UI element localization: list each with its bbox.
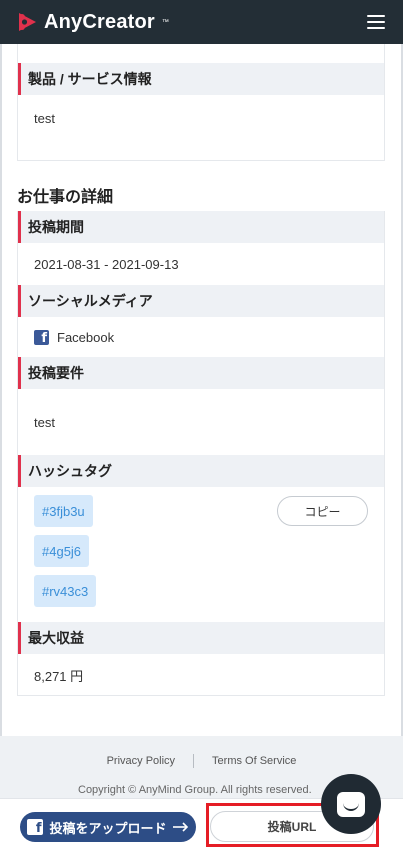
requirements-heading: 投稿要件: [18, 357, 384, 389]
frame-border-left: [0, 44, 2, 736]
product-info-heading: 製品 / サービス情報: [18, 63, 384, 95]
hashtag-chip[interactable]: #rv43c3: [34, 575, 97, 607]
job-details-card: 投稿期間 2021-08-31 - 2021-09-13 ソーシャルメディア f…: [17, 211, 385, 696]
social-heading: ソーシャルメディア: [18, 285, 384, 317]
hashtags-heading: ハッシュタグ: [18, 455, 384, 487]
facebook-icon: f: [27, 819, 44, 835]
logo[interactable]: AnyCreator ™: [16, 11, 169, 34]
hashtag-chip[interactable]: #3fjb3u: [34, 495, 93, 527]
logo-text: AnyCreator: [44, 10, 155, 33]
social-media-value: Facebook: [57, 329, 115, 345]
max-earnings-value: 8,271 円: [34, 668, 84, 684]
page-content: 製品 / サービス情報 test お仕事の詳細 投稿期間 2021-08-31 …: [0, 44, 403, 852]
copyright-text: Copyright © AnyMind Group. All rights re…: [78, 784, 312, 796]
max-earnings-heading: 最大収益: [18, 622, 384, 654]
app-header: AnyCreator ™: [0, 0, 403, 44]
chat-icon: [337, 791, 365, 817]
facebook-icon: f: [34, 329, 49, 345]
hashtag-list: #3fjb3u #4g5j6 #rv43c3 コピー: [18, 487, 384, 622]
logo-trademark: ™: [161, 18, 169, 26]
hamburger-menu-icon[interactable]: [367, 15, 385, 29]
social-media-row: f Facebook: [18, 317, 384, 357]
footer-divider: [193, 754, 195, 768]
logo-mark-icon: [19, 13, 36, 31]
requirements-value: test: [34, 414, 55, 430]
upload-post-label: 投稿をアップロード: [49, 820, 167, 836]
terms-of-service-link[interactable]: Terms Of Service: [212, 755, 296, 767]
arrow-right-icon: [172, 822, 188, 832]
period-heading: 投稿期間: [18, 211, 384, 243]
footer-links: Privacy Policy Terms Of Service: [0, 754, 403, 768]
product-info-value: test: [34, 111, 55, 126]
chat-support-button[interactable]: [321, 774, 381, 834]
privacy-policy-link[interactable]: Privacy Policy: [107, 755, 175, 767]
period-value: 2021-08-31 - 2021-09-13: [34, 256, 179, 272]
copy-hashtags-button[interactable]: コピー: [277, 496, 368, 526]
upload-post-button[interactable]: f 投稿をアップロード: [20, 812, 196, 842]
hashtag-chip[interactable]: #4g5j6: [34, 535, 90, 567]
product-card: 製品 / サービス情報 test: [17, 44, 385, 161]
job-details-title: お仕事の詳細: [17, 189, 114, 206]
